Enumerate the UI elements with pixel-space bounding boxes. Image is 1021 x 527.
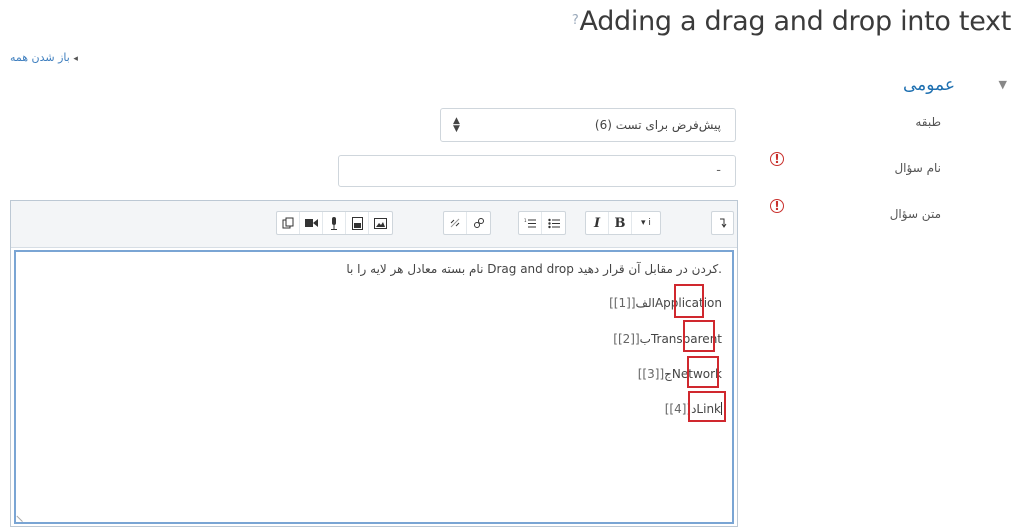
italic-icon[interactable]: I bbox=[586, 212, 609, 234]
numbered-list-icon[interactable]: 1 bbox=[519, 212, 542, 234]
category-select-value: پیش‌فرض برای تست (6) bbox=[594, 118, 721, 132]
manage-files-icon[interactable] bbox=[277, 212, 300, 234]
drop-token: [[1]] bbox=[609, 296, 636, 310]
expand-all-link[interactable]: باز شدن همه ◂ bbox=[10, 51, 78, 64]
record-audio-icon[interactable] bbox=[323, 212, 346, 234]
expand-all-label: باز شدن همه bbox=[10, 51, 70, 64]
collapse-triangle-icon[interactable]: ▼ bbox=[999, 78, 1007, 91]
link-icon[interactable] bbox=[467, 212, 490, 234]
toolbar-group-expand bbox=[711, 211, 734, 235]
question-text-label: متن سؤال bbox=[889, 207, 941, 221]
editor-toolbar: 1 I B ▾ i bbox=[11, 201, 737, 248]
question-name-input[interactable]: - bbox=[338, 155, 736, 187]
row-prefix: ب bbox=[639, 332, 651, 346]
toolbar-group-links bbox=[443, 211, 491, 235]
category-select[interactable]: پیش‌فرض برای تست (6) ▲ ▼ bbox=[440, 108, 736, 142]
category-label: طبقه bbox=[915, 115, 941, 129]
row-prefix: الف bbox=[635, 296, 655, 310]
highlight-box bbox=[688, 391, 726, 422]
help-circle-icon[interactable]: ? bbox=[572, 13, 579, 28]
answer-row: الف[[1]] Application bbox=[609, 296, 722, 310]
editor-content-area[interactable]: نام بسته معادل هر لایه را با Drag and dr… bbox=[14, 250, 734, 524]
unlink-icon[interactable] bbox=[444, 212, 467, 234]
select-arrows-icon: ▲ ▼ bbox=[453, 116, 460, 134]
highlight-box bbox=[687, 356, 719, 388]
bullet-list-icon[interactable] bbox=[542, 212, 565, 234]
toolbar-group-lists: 1 bbox=[518, 211, 566, 235]
editor-intro-line: نام بسته معادل هر لایه را با Drag and dr… bbox=[346, 262, 722, 276]
section-general-title[interactable]: عمومی bbox=[903, 75, 955, 95]
highlight-box bbox=[683, 320, 715, 352]
expand-toolbar-icon[interactable] bbox=[712, 212, 733, 234]
row-prefix: ج bbox=[664, 367, 672, 381]
toolbar-group-format: I B ▾ i bbox=[585, 211, 661, 235]
resize-grip-icon[interactable] bbox=[16, 509, 29, 523]
required-icon: ! bbox=[770, 199, 784, 213]
question-text-editor[interactable]: 1 I B ▾ i نام بسته معادل هر لایه را با D… bbox=[10, 200, 738, 527]
media-icon[interactable] bbox=[346, 212, 369, 234]
image-icon[interactable] bbox=[369, 212, 392, 234]
page-title: ?Adding a drag and drop into text bbox=[571, 6, 1011, 37]
svg-text:1: 1 bbox=[524, 218, 527, 223]
toolbar-group-files bbox=[276, 211, 393, 235]
highlight-box bbox=[674, 284, 704, 318]
required-icon: ! bbox=[770, 152, 784, 166]
question-name-value: - bbox=[716, 163, 721, 178]
drop-token: [[2]] bbox=[613, 332, 640, 346]
question-name-label: نام سؤال bbox=[894, 161, 941, 175]
bold-icon[interactable]: B bbox=[609, 212, 632, 234]
record-video-icon[interactable] bbox=[300, 212, 323, 234]
caret-left-icon: ◂ bbox=[73, 54, 78, 64]
paragraph-style-icon[interactable]: ▾ i bbox=[632, 212, 660, 234]
drop-token: [[3]] bbox=[637, 367, 665, 381]
